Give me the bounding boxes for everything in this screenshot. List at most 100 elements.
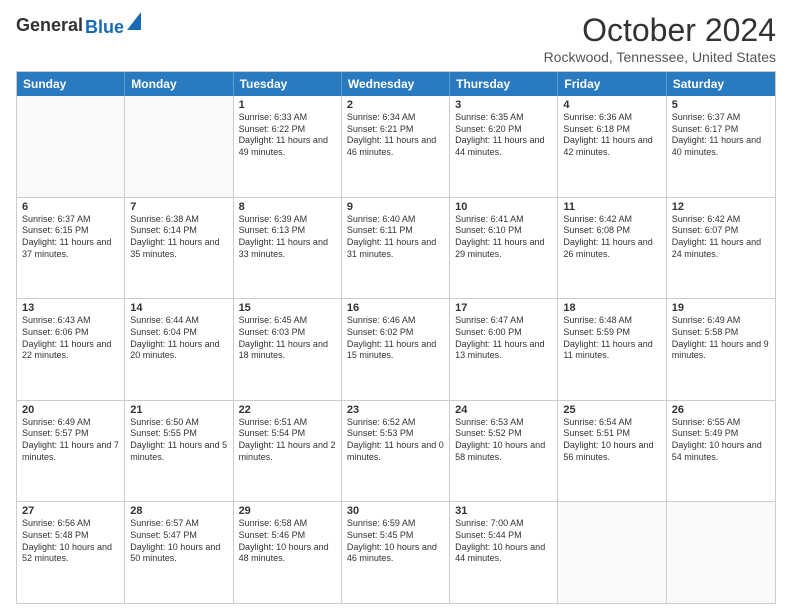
day-info: Sunrise: 6:42 AM Sunset: 6:08 PM Dayligh… (563, 214, 660, 261)
day-info: Sunrise: 6:52 AM Sunset: 5:53 PM Dayligh… (347, 417, 444, 464)
calendar-row-2: 13Sunrise: 6:43 AM Sunset: 6:06 PM Dayli… (17, 298, 775, 400)
day-info: Sunrise: 6:55 AM Sunset: 5:49 PM Dayligh… (672, 417, 770, 464)
day-number: 22 (239, 404, 336, 416)
weekday-header-thursday: Thursday (450, 72, 558, 96)
location-subtitle: Rockwood, Tennessee, United States (544, 49, 776, 65)
day-number: 3 (455, 99, 552, 111)
header: General Blue October 2024 Rockwood, Tenn… (16, 12, 776, 65)
day-info: Sunrise: 6:37 AM Sunset: 6:15 PM Dayligh… (22, 214, 119, 261)
day-info: Sunrise: 6:34 AM Sunset: 6:21 PM Dayligh… (347, 112, 444, 159)
day-number: 2 (347, 99, 444, 111)
day-info: Sunrise: 7:00 AM Sunset: 5:44 PM Dayligh… (455, 518, 552, 565)
day-info: Sunrise: 6:57 AM Sunset: 5:47 PM Dayligh… (130, 518, 227, 565)
day-cell-6: 6Sunrise: 6:37 AM Sunset: 6:15 PM Daylig… (17, 198, 125, 299)
day-number: 30 (347, 505, 444, 517)
day-cell-30: 30Sunrise: 6:59 AM Sunset: 5:45 PM Dayli… (342, 502, 450, 603)
day-info: Sunrise: 6:56 AM Sunset: 5:48 PM Dayligh… (22, 518, 119, 565)
empty-cell-r4c6 (667, 502, 775, 603)
day-cell-14: 14Sunrise: 6:44 AM Sunset: 6:04 PM Dayli… (125, 299, 233, 400)
day-number: 23 (347, 404, 444, 416)
day-number: 31 (455, 505, 552, 517)
day-info: Sunrise: 6:54 AM Sunset: 5:51 PM Dayligh… (563, 417, 660, 464)
title-block: October 2024 Rockwood, Tennessee, United… (544, 12, 776, 65)
calendar-row-4: 27Sunrise: 6:56 AM Sunset: 5:48 PM Dayli… (17, 501, 775, 603)
day-number: 19 (672, 302, 770, 314)
logo-general-text: General (16, 15, 83, 36)
day-info: Sunrise: 6:36 AM Sunset: 6:18 PM Dayligh… (563, 112, 660, 159)
day-info: Sunrise: 6:49 AM Sunset: 5:57 PM Dayligh… (22, 417, 119, 464)
day-cell-21: 21Sunrise: 6:50 AM Sunset: 5:55 PM Dayli… (125, 401, 233, 502)
day-number: 17 (455, 302, 552, 314)
day-info: Sunrise: 6:58 AM Sunset: 5:46 PM Dayligh… (239, 518, 336, 565)
day-cell-7: 7Sunrise: 6:38 AM Sunset: 6:14 PM Daylig… (125, 198, 233, 299)
day-info: Sunrise: 6:50 AM Sunset: 5:55 PM Dayligh… (130, 417, 227, 464)
day-cell-10: 10Sunrise: 6:41 AM Sunset: 6:10 PM Dayli… (450, 198, 558, 299)
empty-cell-r0c0 (17, 96, 125, 197)
day-cell-2: 2Sunrise: 6:34 AM Sunset: 6:21 PM Daylig… (342, 96, 450, 197)
day-cell-18: 18Sunrise: 6:48 AM Sunset: 5:59 PM Dayli… (558, 299, 666, 400)
day-info: Sunrise: 6:45 AM Sunset: 6:03 PM Dayligh… (239, 315, 336, 362)
day-number: 6 (22, 201, 119, 213)
day-number: 13 (22, 302, 119, 314)
day-cell-11: 11Sunrise: 6:42 AM Sunset: 6:08 PM Dayli… (558, 198, 666, 299)
day-cell-26: 26Sunrise: 6:55 AM Sunset: 5:49 PM Dayli… (667, 401, 775, 502)
day-cell-31: 31Sunrise: 7:00 AM Sunset: 5:44 PM Dayli… (450, 502, 558, 603)
logo-blue-text: Blue (85, 17, 124, 38)
day-number: 20 (22, 404, 119, 416)
day-number: 8 (239, 201, 336, 213)
logo: General Blue (16, 12, 141, 38)
day-number: 18 (563, 302, 660, 314)
weekday-header-saturday: Saturday (667, 72, 775, 96)
day-cell-19: 19Sunrise: 6:49 AM Sunset: 5:58 PM Dayli… (667, 299, 775, 400)
weekday-header-monday: Monday (125, 72, 233, 96)
day-number: 10 (455, 201, 552, 213)
day-number: 28 (130, 505, 227, 517)
day-info: Sunrise: 6:39 AM Sunset: 6:13 PM Dayligh… (239, 214, 336, 261)
day-number: 21 (130, 404, 227, 416)
day-number: 15 (239, 302, 336, 314)
day-info: Sunrise: 6:41 AM Sunset: 6:10 PM Dayligh… (455, 214, 552, 261)
day-info: Sunrise: 6:51 AM Sunset: 5:54 PM Dayligh… (239, 417, 336, 464)
calendar: SundayMondayTuesdayWednesdayThursdayFrid… (16, 71, 776, 604)
day-cell-25: 25Sunrise: 6:54 AM Sunset: 5:51 PM Dayli… (558, 401, 666, 502)
day-info: Sunrise: 6:47 AM Sunset: 6:00 PM Dayligh… (455, 315, 552, 362)
day-cell-29: 29Sunrise: 6:58 AM Sunset: 5:46 PM Dayli… (234, 502, 342, 603)
day-info: Sunrise: 6:40 AM Sunset: 6:11 PM Dayligh… (347, 214, 444, 261)
empty-cell-r0c1 (125, 96, 233, 197)
day-cell-17: 17Sunrise: 6:47 AM Sunset: 6:00 PM Dayli… (450, 299, 558, 400)
day-cell-16: 16Sunrise: 6:46 AM Sunset: 6:02 PM Dayli… (342, 299, 450, 400)
day-number: 27 (22, 505, 119, 517)
day-info: Sunrise: 6:49 AM Sunset: 5:58 PM Dayligh… (672, 315, 770, 362)
calendar-header: SundayMondayTuesdayWednesdayThursdayFrid… (17, 72, 775, 96)
day-cell-3: 3Sunrise: 6:35 AM Sunset: 6:20 PM Daylig… (450, 96, 558, 197)
calendar-row-1: 6Sunrise: 6:37 AM Sunset: 6:15 PM Daylig… (17, 197, 775, 299)
calendar-row-3: 20Sunrise: 6:49 AM Sunset: 5:57 PM Dayli… (17, 400, 775, 502)
day-cell-27: 27Sunrise: 6:56 AM Sunset: 5:48 PM Dayli… (17, 502, 125, 603)
day-info: Sunrise: 6:53 AM Sunset: 5:52 PM Dayligh… (455, 417, 552, 464)
day-number: 7 (130, 201, 227, 213)
day-info: Sunrise: 6:38 AM Sunset: 6:14 PM Dayligh… (130, 214, 227, 261)
day-cell-1: 1Sunrise: 6:33 AM Sunset: 6:22 PM Daylig… (234, 96, 342, 197)
calendar-row-0: 1Sunrise: 6:33 AM Sunset: 6:22 PM Daylig… (17, 96, 775, 197)
day-cell-22: 22Sunrise: 6:51 AM Sunset: 5:54 PM Dayli… (234, 401, 342, 502)
weekday-header-sunday: Sunday (17, 72, 125, 96)
day-number: 9 (347, 201, 444, 213)
day-cell-5: 5Sunrise: 6:37 AM Sunset: 6:17 PM Daylig… (667, 96, 775, 197)
day-cell-9: 9Sunrise: 6:40 AM Sunset: 6:11 PM Daylig… (342, 198, 450, 299)
day-info: Sunrise: 6:33 AM Sunset: 6:22 PM Dayligh… (239, 112, 336, 159)
weekday-header-wednesday: Wednesday (342, 72, 450, 96)
day-info: Sunrise: 6:37 AM Sunset: 6:17 PM Dayligh… (672, 112, 770, 159)
day-info: Sunrise: 6:48 AM Sunset: 5:59 PM Dayligh… (563, 315, 660, 362)
day-number: 5 (672, 99, 770, 111)
day-cell-20: 20Sunrise: 6:49 AM Sunset: 5:57 PM Dayli… (17, 401, 125, 502)
day-info: Sunrise: 6:42 AM Sunset: 6:07 PM Dayligh… (672, 214, 770, 261)
day-cell-15: 15Sunrise: 6:45 AM Sunset: 6:03 PM Dayli… (234, 299, 342, 400)
day-number: 11 (563, 201, 660, 213)
day-cell-8: 8Sunrise: 6:39 AM Sunset: 6:13 PM Daylig… (234, 198, 342, 299)
day-number: 26 (672, 404, 770, 416)
logo-triangle-icon (127, 12, 141, 30)
day-cell-28: 28Sunrise: 6:57 AM Sunset: 5:47 PM Dayli… (125, 502, 233, 603)
day-number: 4 (563, 99, 660, 111)
day-cell-23: 23Sunrise: 6:52 AM Sunset: 5:53 PM Dayli… (342, 401, 450, 502)
day-cell-13: 13Sunrise: 6:43 AM Sunset: 6:06 PM Dayli… (17, 299, 125, 400)
